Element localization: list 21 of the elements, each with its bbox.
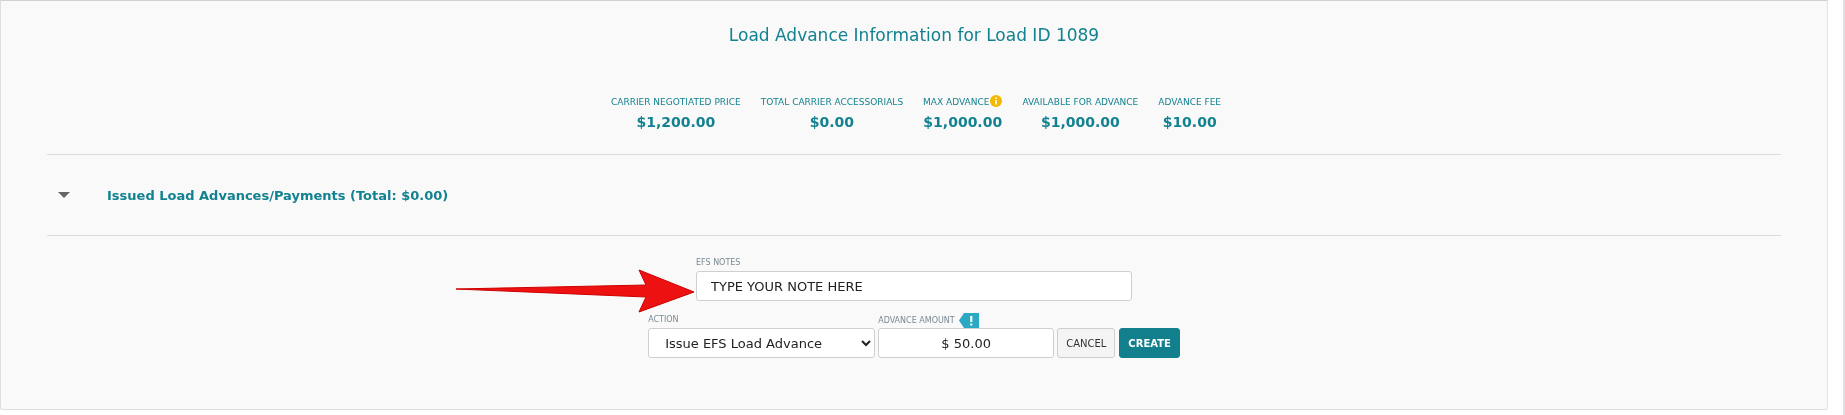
stat-value: $10.00 xyxy=(1162,114,1217,130)
stat-label: TOTAL CARRIER ACCESSORIALS xyxy=(760,97,904,107)
notes-field[interactable]: TYPE YOUR NOTE HERE xyxy=(696,271,1132,301)
stat-value: $1,200.00 xyxy=(636,114,716,130)
stat-value: $1,000.00 xyxy=(923,114,1003,130)
caret-icon[interactable] xyxy=(58,191,70,199)
stat-label: MAX ADVANCE xyxy=(923,97,990,107)
create-button[interactable]: CREATE xyxy=(1119,328,1180,358)
page-title: Load Advance Information for Load ID 1089 xyxy=(728,25,1100,45)
stat-value: $1,000.00 xyxy=(1040,114,1120,130)
section-header[interactable]: Issued Load Advances/Payments (Total: $0.00) xyxy=(107,187,449,203)
amount-field[interactable]: $ 50.00 xyxy=(878,328,1055,358)
stat-label: AVAILABLE FOR ADVANCE xyxy=(1022,97,1139,107)
stat-label: CARRIER NEGOTIATED PRICE xyxy=(610,97,741,107)
stat-value: $0.00 xyxy=(809,114,855,130)
action-dropdown[interactable]: Issue EFS Load Advance xyxy=(648,328,876,358)
field-label: EFS NOTES xyxy=(696,258,742,267)
stat-label: ADVANCE FEE xyxy=(1158,97,1222,107)
field-label: ADVANCE AMOUNT xyxy=(878,315,955,325)
cancel-button[interactable]: CANCEL xyxy=(1057,328,1116,358)
field-label: ACTION xyxy=(648,314,680,326)
